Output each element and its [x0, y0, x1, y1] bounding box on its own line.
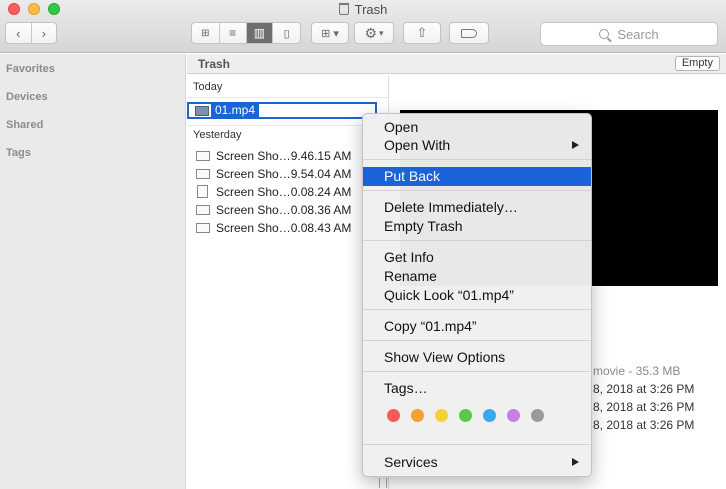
- menu-item-get-info[interactable]: Get Info: [363, 248, 591, 267]
- menu-separator: [363, 371, 591, 372]
- menu-separator: [363, 159, 591, 160]
- menu-item-show-view-options[interactable]: Show View Options: [363, 348, 591, 367]
- list-view-button[interactable]: ≡: [220, 23, 247, 43]
- chevron-right-icon: ›: [41, 25, 46, 41]
- action-button[interactable]: ⚙ ▾: [354, 22, 394, 44]
- file-row[interactable]: Screen Sho…9.54.04 AM: [196, 166, 386, 183]
- menu-separator: [363, 190, 591, 191]
- menu-item-quick-look[interactable]: Quick Look “01.mp4”: [363, 286, 591, 305]
- trash-icon: [338, 3, 349, 15]
- tag-blue-dot[interactable]: [483, 409, 496, 422]
- chevron-down-icon: ▾: [379, 27, 384, 38]
- empty-trash-button[interactable]: Empty: [674, 56, 720, 71]
- menu-separator: [363, 240, 591, 241]
- tag-green-dot[interactable]: [459, 409, 472, 422]
- preview-created: 8, 2018 at 3:26 PM: [593, 382, 695, 396]
- arrange-icon: ⊞ ▾: [321, 27, 339, 40]
- menu-item-open-with[interactable]: Open With: [363, 136, 591, 155]
- divider: [187, 125, 389, 126]
- icon-view-button[interactable]: ⊞: [192, 23, 220, 43]
- sidebar-section-favorites[interactable]: Favorites: [6, 63, 55, 75]
- back-forward-control: ‹ ›: [5, 22, 57, 44]
- screenshot-icon: [196, 223, 210, 233]
- gear-icon: ⚙: [364, 24, 378, 41]
- sidebar-section-devices[interactable]: Devices: [6, 91, 48, 103]
- tag-gray-dot[interactable]: [531, 409, 544, 422]
- menu-separator: [363, 444, 591, 445]
- share-icon: ⇧: [416, 25, 428, 40]
- tag-orange-dot[interactable]: [411, 409, 424, 422]
- screenshot-icon: [196, 169, 210, 179]
- file-row[interactable]: Screen Sho…0.08.43 AM: [196, 220, 386, 237]
- sidebar-section-tags[interactable]: Tags: [6, 147, 31, 159]
- columns-icon: ▥: [253, 26, 266, 40]
- menu-item-copy[interactable]: Copy “01.mp4”: [363, 317, 591, 336]
- sidebar: Favorites Devices Shared Tags: [0, 54, 186, 489]
- column-resize-handle[interactable]: [379, 478, 387, 488]
- arrange-button[interactable]: ⊞ ▾: [311, 22, 349, 44]
- grid-icon: ⊞: [201, 27, 210, 39]
- file-row[interactable]: Screen Sho…9.46.15 AM: [196, 148, 386, 165]
- file-column: Today 01.mp4 Yesterday Screen Sho…9.46.1…: [187, 75, 389, 489]
- tag-red-dot[interactable]: [387, 409, 400, 422]
- sidebar-section-shared[interactable]: Shared: [6, 119, 43, 131]
- menu-item-services[interactable]: Services: [363, 453, 591, 472]
- submenu-arrow-icon: [572, 458, 579, 466]
- toolbar: Trash ‹ › ⊞ ≡ ▥ ▯ ⊞ ▾ ⚙ ▾ ⇧ Search: [0, 0, 726, 53]
- cover-flow-view-button[interactable]: ▯: [273, 23, 300, 43]
- tag-yellow-dot[interactable]: [435, 409, 448, 422]
- file-name: 01.mp4: [211, 104, 260, 117]
- menu-item-tags[interactable]: Tags…: [363, 379, 591, 398]
- menu-separator: [363, 309, 591, 310]
- tag-icon: [461, 28, 477, 38]
- file-row-selected[interactable]: 01.mp4: [187, 102, 377, 119]
- list-icon: ≡: [229, 26, 237, 40]
- menu-item-put-back[interactable]: Put Back: [363, 167, 591, 186]
- share-button[interactable]: ⇧: [403, 22, 441, 44]
- search-field[interactable]: Search: [540, 22, 718, 46]
- preview-modified: 8, 2018 at 3:26 PM: [593, 400, 695, 414]
- preview-kind-size: movie - 35.3 MB: [593, 364, 681, 378]
- menu-item-empty-trash[interactable]: Empty Trash: [363, 217, 591, 236]
- menu-item-open[interactable]: Open: [363, 118, 591, 137]
- edit-tags-button[interactable]: [449, 22, 489, 44]
- search-icon: [599, 29, 610, 39]
- group-header-yesterday: Yesterday: [193, 129, 242, 141]
- screenshot-icon: [196, 205, 210, 215]
- file-row[interactable]: Screen Sho…0.08.36 AM: [196, 202, 386, 219]
- cover-flow-icon: ▯: [283, 27, 290, 40]
- tag-purple-dot[interactable]: [507, 409, 520, 422]
- document-icon: [197, 185, 208, 198]
- divider: [187, 97, 389, 98]
- submenu-arrow-icon: [572, 141, 579, 149]
- file-row[interactable]: Screen Sho…0.08.24 AM: [196, 184, 386, 201]
- menu-item-rename[interactable]: Rename: [363, 267, 591, 286]
- column-view-button[interactable]: ▥: [246, 23, 274, 43]
- forward-button[interactable]: ›: [32, 23, 57, 43]
- menu-separator: [363, 340, 591, 341]
- location-title: Trash: [198, 57, 231, 71]
- view-mode-control: ⊞ ≡ ▥ ▯: [191, 22, 301, 44]
- menu-item-delete-immediately[interactable]: Delete Immediately…: [363, 198, 591, 217]
- movie-icon: [195, 106, 209, 116]
- context-menu: Open Open With Put Back Delete Immediate…: [362, 113, 592, 477]
- back-button[interactable]: ‹: [6, 23, 32, 43]
- screenshot-icon: [196, 151, 210, 161]
- window-title: Trash: [0, 2, 726, 17]
- chevron-left-icon: ‹: [16, 25, 21, 41]
- path-bar: Trash Empty: [187, 54, 726, 74]
- group-header-today: Today: [193, 81, 223, 93]
- preview-last-opened: 8, 2018 at 3:26 PM: [593, 418, 695, 432]
